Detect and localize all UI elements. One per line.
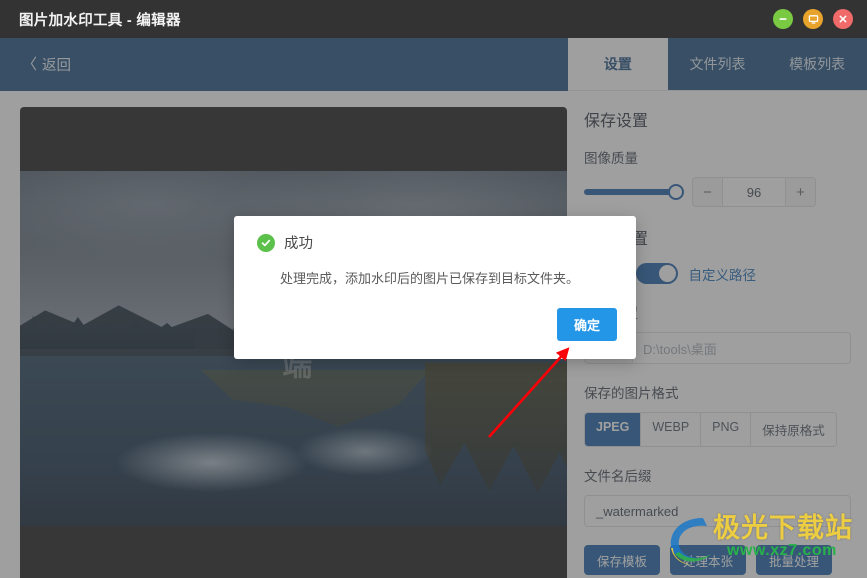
dialog-title: 成功 [284, 236, 313, 252]
check-glyph [261, 239, 271, 246]
minus-icon [779, 18, 787, 20]
minimize-button[interactable] [773, 9, 793, 29]
maximize-button[interactable] [803, 9, 823, 29]
dialog-message: 处理完成，添加水印后的图片已保存到目标文件夹。 [280, 271, 580, 286]
monitor-icon [808, 14, 818, 24]
close-button[interactable] [833, 9, 853, 29]
title-bar: 图片加水印工具 - 编辑器 [0, 0, 867, 38]
success-check-icon [257, 233, 275, 252]
window-controls [773, 0, 853, 38]
close-x-icon [839, 15, 847, 23]
confirm-button[interactable]: 确定 [556, 308, 617, 341]
success-dialog: 成功 处理完成，添加水印后的图片已保存到目标文件夹。 确定 [234, 216, 636, 359]
app-window: 图片加水印工具 - 编辑器 〈 [0, 0, 867, 578]
window-title: 图片加水印工具 - 编辑器 [19, 12, 181, 29]
dialog-footer: 确定 [556, 308, 617, 341]
dialog-header: 成功 [234, 216, 636, 253]
